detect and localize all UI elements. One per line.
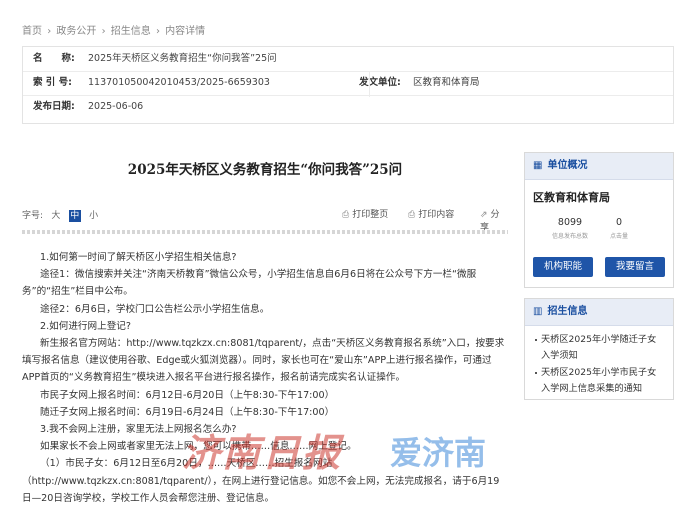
- meta-divider: [369, 71, 370, 97]
- bars-icon: ▥: [533, 306, 543, 317]
- dotted-divider: [22, 230, 508, 234]
- building-icon: ▦: [533, 160, 543, 171]
- breadcrumb-sep: ›: [47, 26, 52, 37]
- enrollment-info-title: 招生信息: [547, 306, 588, 317]
- breadcrumb-sep: ›: [155, 26, 160, 37]
- print-content-label: 打印内容: [418, 210, 455, 220]
- leave-message-button[interactable]: 我要留言: [605, 257, 665, 277]
- unit-overview-panel: ▦ 单位概况 区教育和体育局 8099 信息发布总数 0 点击量 机构职能 我要留…: [524, 152, 674, 288]
- font-size-large[interactable]: 大: [50, 210, 62, 222]
- article-paragraph: 3.我不会网上注册，家里无法上网报名怎么办?: [40, 424, 237, 436]
- article-content: 1.如何第一时间了解天桥区小学招生相关信息? 途径1：微信搜索并关注“济南天桥教…: [22, 249, 508, 507]
- meta-name-label: 名 称:: [33, 53, 75, 64]
- meta-unit-value: 区教育和体育局: [413, 77, 480, 88]
- print-page-label: 打印整页: [352, 210, 389, 220]
- article-title: 2025年天桥区义务教育招生“你问我答”25问: [127, 162, 403, 178]
- unit-overview-header: ▦ 单位概况: [525, 153, 673, 180]
- document-meta-table: 名 称: 2025年天桥区义务教育招生“你问我答”25问 索 引 号: 1137…: [22, 46, 674, 124]
- news-item[interactable]: 天桥区2025年小学市民子女入学网上信息采集的通知: [535, 365, 665, 396]
- meta-name-value: 2025年天桥区义务教育招生“你问我答”25问: [88, 53, 277, 64]
- org-name: 区教育和体育局: [533, 191, 610, 204]
- font-size-medium[interactable]: 中: [68, 210, 81, 222]
- org-duties-button[interactable]: 机构职能: [533, 257, 593, 277]
- enrollment-info-header: ▥ 招生信息: [525, 299, 673, 326]
- unit-overview-title: 单位概况: [547, 160, 588, 171]
- article-paragraph: 如果家长不会上网或者家里无法上网，您可以携带……信息……网上登记。: [40, 441, 357, 453]
- printer-icon: ⎙: [342, 210, 350, 220]
- article-paragraph: 1.如何第一时间了解天桥区小学招生相关信息?: [40, 252, 237, 263]
- meta-date-value: 2025-06-06: [88, 101, 144, 112]
- font-size-selector: 字号: 大 中 小: [22, 208, 100, 222]
- breadcrumb-enrollment[interactable]: 招生信息: [111, 26, 151, 37]
- print-content-button[interactable]: ⎙ 打印内容: [408, 207, 454, 220]
- meta-row-index: 索 引 号: 113701050042010453/2025-6659303 发…: [23, 71, 673, 96]
- stat-clicks: 0 点击量: [589, 217, 649, 240]
- meta-row-name: 名 称: 2025年天桥区义务教育招生“你问我答”25问: [23, 47, 673, 72]
- breadcrumb-gov-open[interactable]: 政务公开: [56, 26, 96, 37]
- article-toolbar: 字号: 大 中 小 ⎙ 打印整页 ⎙ 打印内容 ⇗ 分享: [22, 206, 508, 233]
- font-size-small[interactable]: 小: [88, 210, 100, 222]
- breadcrumb-detail: 内容详情: [165, 26, 206, 37]
- print-page-button[interactable]: ⎙ 打印整页: [342, 207, 388, 220]
- meta-date-label: 发布日期:: [33, 101, 75, 112]
- meta-row-date: 发布日期: 2025-06-06: [23, 95, 673, 119]
- breadcrumb: 首页 › 政务公开 › 招生信息 › 内容详情: [22, 22, 207, 37]
- article-paragraph: 2.如何进行网上登记?: [40, 320, 131, 332]
- breadcrumb-home[interactable]: 首页: [22, 26, 42, 37]
- article-paragraph: 途径1：微信搜索并关注“济南天桥教育”微信公众号，小学招生信息自6月6日将在公众…: [22, 269, 477, 298]
- article-paragraph: 随迁子女网上报名时间：6月19日-6月24日（上午8:30-下午17:00）: [40, 406, 335, 418]
- enrollment-info-panel: ▥ 招生信息 天桥区2025年小学随迁子女入学须知 天桥区2025年小学市民子女入…: [524, 298, 674, 400]
- stat-clicks-label: 点击量: [609, 233, 628, 240]
- stat-clicks-value: 0: [615, 217, 623, 228]
- breadcrumb-sep: ›: [101, 26, 106, 37]
- font-size-label: 字号:: [22, 211, 44, 221]
- article-paragraph: （1）市民子女：6月12日至6月20日，……天桥区……招生报名网站（http:/…: [22, 458, 500, 504]
- meta-index-label: 索 引 号:: [33, 77, 72, 88]
- news-item[interactable]: 天桥区2025年小学随迁子女入学须知: [535, 332, 665, 363]
- article-paragraph: 市民子女网上报名时间：6月12日-6月20日（上午8:30-下午17:00）: [40, 389, 335, 401]
- meta-unit-label: 发文单位:: [359, 77, 401, 88]
- share-icon: ⇗: [480, 210, 488, 220]
- article-paragraph: 新生报名官方网站：http://www.tqzkzx.cn:8081/tqpar…: [22, 338, 505, 384]
- enrollment-news-list: 天桥区2025年小学随迁子女入学须知 天桥区2025年小学市民子女入学网上信息采…: [525, 326, 673, 402]
- printer-icon: ⎙: [408, 210, 416, 220]
- meta-index-value: 113701050042010453/2025-6659303: [88, 77, 270, 88]
- article-paragraph: 途径2：6月6日，学校门口公告栏公示小学招生信息。: [40, 303, 270, 315]
